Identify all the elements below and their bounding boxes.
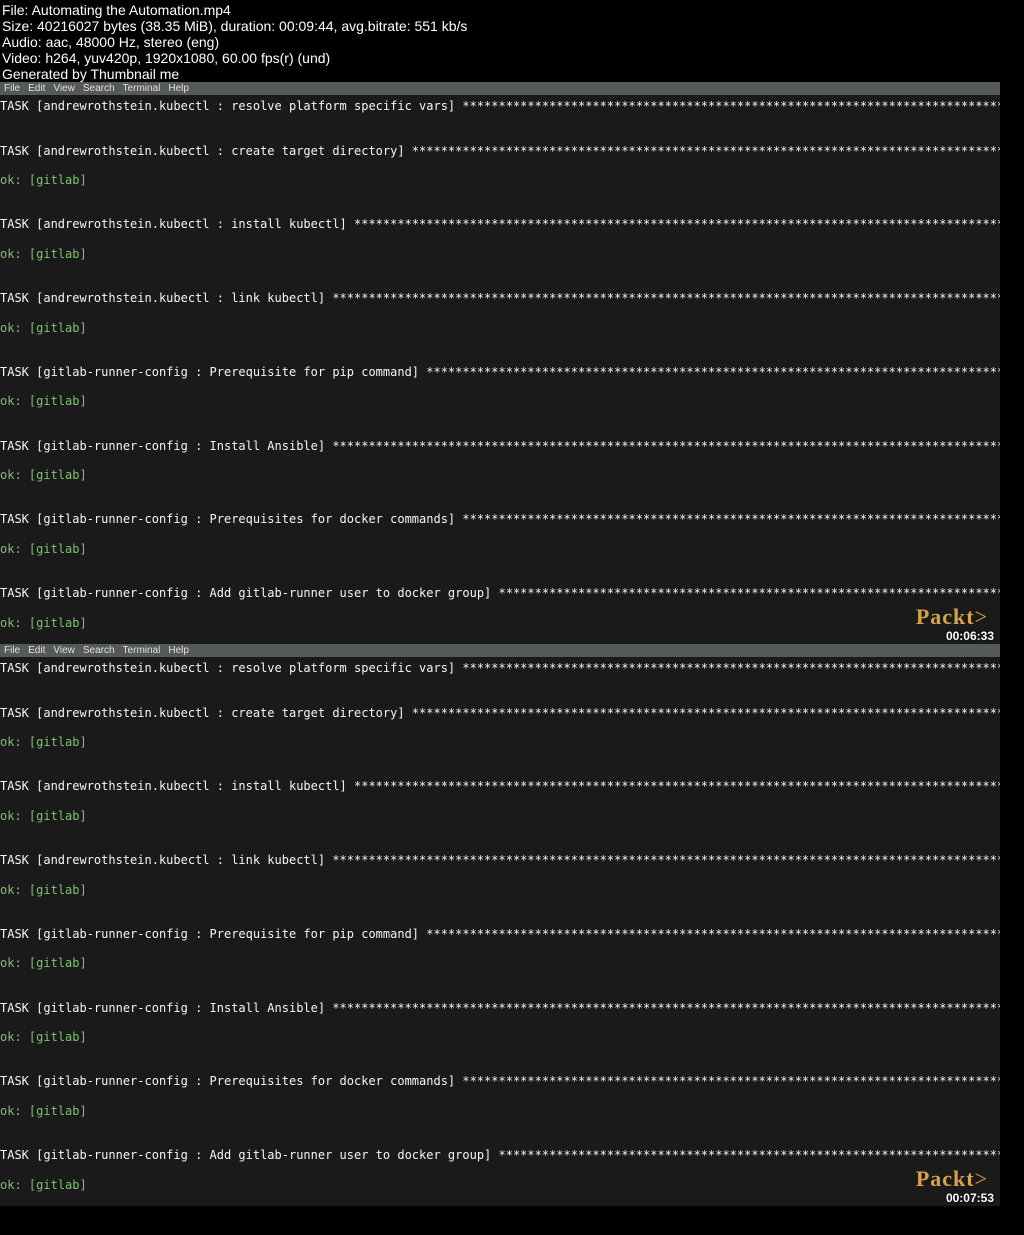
menu-view[interactable]: View bbox=[53, 645, 75, 656]
ansible-task-line: TASK [gitlab-runner-config : Prerequisit… bbox=[0, 512, 1000, 527]
menu-file[interactable]: File bbox=[4, 83, 20, 94]
ansible-task-line: TASK [andrewrothstein.kubectl : resolve … bbox=[0, 661, 1000, 676]
ansible-task-line: TASK [andrewrothstein.kubectl : create t… bbox=[0, 144, 1000, 159]
video-metadata-header: File: Automating the Automation.mp4 Size… bbox=[0, 0, 1024, 82]
ansible-task-line: TASK [andrewrothstein.kubectl : link kub… bbox=[0, 853, 1000, 868]
ansible-task-line: TASK [andrewrothstein.kubectl : resolve … bbox=[0, 99, 1000, 114]
meta-audio: Audio: aac, 48000 Hz, stereo (eng) bbox=[2, 34, 1022, 50]
packt-logo: Packt> bbox=[916, 604, 988, 630]
ansible-task-line: TASK [gitlab-runner-config : Prerequisit… bbox=[0, 927, 1000, 942]
ansible-status-ok: ok: [gitlab] bbox=[0, 542, 1000, 557]
ansible-status-ok: ok: [gitlab] bbox=[0, 956, 1000, 971]
ansible-status-ok: ok: [gitlab] bbox=[0, 883, 1000, 898]
ansible-task-line: TASK [andrewrothstein.kubectl : install … bbox=[0, 779, 1000, 794]
ansible-task-line: TASK [andrewrothstein.kubectl : create t… bbox=[0, 706, 1000, 721]
meta-size: Size: 40216027 bytes (38.35 MiB), durati… bbox=[2, 18, 1022, 34]
menu-edit[interactable]: Edit bbox=[28, 83, 45, 94]
menu-search[interactable]: Search bbox=[83, 83, 115, 94]
meta-video: Video: h264, yuv420p, 1920x1080, 60.00 f… bbox=[2, 50, 1022, 66]
ansible-status-ok: ok: [gitlab] bbox=[0, 616, 1000, 631]
ansible-task-line: TASK [gitlab-runner-config : Add gitlab-… bbox=[0, 586, 1000, 601]
terminal-output: TASK [andrewrothstein.kubectl : resolve … bbox=[0, 657, 1000, 1206]
ansible-task-line: TASK [andrewrothstein.kubectl : link kub… bbox=[0, 291, 1000, 306]
ansible-task-line: TASK [gitlab-runner-config : Add gitlab-… bbox=[0, 1148, 1000, 1163]
menu-terminal[interactable]: Terminal bbox=[123, 645, 161, 656]
ansible-status-ok: ok: [gitlab] bbox=[0, 1030, 1000, 1045]
ansible-task-line: TASK [gitlab-runner-config : Install Ans… bbox=[0, 1001, 1000, 1016]
packt-logo: Packt> bbox=[916, 1166, 988, 1192]
menu-search[interactable]: Search bbox=[83, 645, 115, 656]
menu-view[interactable]: View bbox=[53, 83, 75, 94]
ansible-status-ok: ok: [gitlab] bbox=[0, 247, 1000, 262]
menu-edit[interactable]: Edit bbox=[28, 645, 45, 656]
thumbnail-2: File Edit View Search Terminal Help TASK… bbox=[0, 644, 1000, 1206]
meta-file: File: Automating the Automation.mp4 bbox=[2, 2, 1022, 18]
ansible-status-ok: ok: [gitlab] bbox=[0, 321, 1000, 336]
ansible-status-ok: ok: [gitlab] bbox=[0, 1104, 1000, 1119]
ansible-status-ok: ok: [gitlab] bbox=[0, 468, 1000, 483]
ansible-task-line: TASK [gitlab-runner-config : Install Ans… bbox=[0, 439, 1000, 454]
terminal-menubar: File Edit View Search Terminal Help bbox=[0, 82, 1000, 95]
menu-file[interactable]: File bbox=[4, 645, 20, 656]
ansible-status-ok: ok: [gitlab] bbox=[0, 735, 1000, 750]
menu-terminal[interactable]: Terminal bbox=[123, 83, 161, 94]
ansible-status-ok: ok: [gitlab] bbox=[0, 394, 1000, 409]
terminal-output: TASK [andrewrothstein.kubectl : resolve … bbox=[0, 95, 1000, 644]
ansible-status-ok: ok: [gitlab] bbox=[0, 173, 1000, 188]
menu-help[interactable]: Help bbox=[168, 83, 189, 94]
timestamp: 00:07:53 bbox=[946, 1191, 994, 1205]
terminal-menubar: File Edit View Search Terminal Help bbox=[0, 644, 1000, 657]
ansible-status-ok: ok: [gitlab] bbox=[0, 809, 1000, 824]
ansible-status-ok: ok: [gitlab] bbox=[0, 1178, 1000, 1193]
thumbnail-1: File Edit View Search Terminal Help TASK… bbox=[0, 82, 1000, 644]
timestamp: 00:06:33 bbox=[946, 629, 994, 643]
ansible-task-line: TASK [gitlab-runner-config : Prerequisit… bbox=[0, 365, 1000, 380]
ansible-task-line: TASK [andrewrothstein.kubectl : install … bbox=[0, 217, 1000, 232]
ansible-task-line: TASK [gitlab-runner-config : Prerequisit… bbox=[0, 1074, 1000, 1089]
meta-generated: Generated by Thumbnail me bbox=[2, 66, 1022, 82]
menu-help[interactable]: Help bbox=[168, 645, 189, 656]
